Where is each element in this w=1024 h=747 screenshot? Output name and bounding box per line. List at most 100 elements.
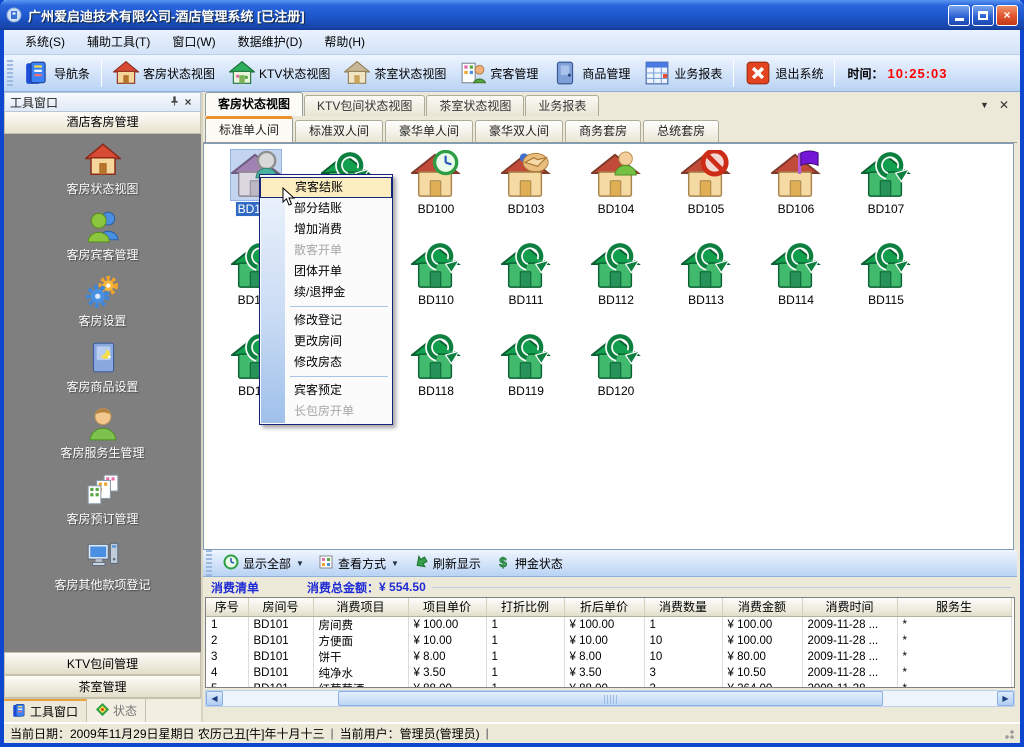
context-menu-item-3[interactable]: 散客开单 xyxy=(260,240,392,261)
toolbar-button-1[interactable]: 客房状态视图 xyxy=(106,57,222,89)
toolbar-button-0[interactable]: 导航条 xyxy=(17,57,97,89)
room-BD114[interactable]: BD114 xyxy=(751,241,841,317)
room-list-toolbar-button-3[interactable]: $押金状态 xyxy=(488,554,570,573)
room-BD105[interactable]: BD105 xyxy=(661,150,751,226)
table-column-header-4[interactable]: 打折比例 xyxy=(486,598,564,616)
context-menu-item-7[interactable]: 修改登记 xyxy=(260,310,392,331)
menu-item-0[interactable]: 系统(S) xyxy=(14,30,76,54)
room-list-toolbar-button-0[interactable]: 显示全部▼ xyxy=(216,554,311,573)
toolbar-button-5[interactable]: 商品管理 xyxy=(545,57,637,89)
room-type-tab-2[interactable]: 豪华单人间 xyxy=(385,120,473,142)
room-BD110[interactable]: BD110 xyxy=(391,241,481,317)
context-menu-item-5[interactable]: 续/退押金 xyxy=(260,282,392,303)
table-horizontal-scrollbar[interactable]: ◀ ▶ xyxy=(205,690,1015,707)
document-tab-3[interactable]: 业务报表 xyxy=(525,95,599,116)
room-type-tab-1[interactable]: 标准双人间 xyxy=(295,120,383,142)
room-BD113[interactable]: BD113 xyxy=(661,241,751,317)
room-type-tab-4[interactable]: 商务套房 xyxy=(565,120,641,142)
room-BD115[interactable]: BD115 xyxy=(841,241,931,317)
sidebar-panel-ktv[interactable]: KTV包间管理 xyxy=(4,652,201,675)
sidebar-item-0[interactable]: 客房状态视图 xyxy=(4,142,201,208)
toolbar-grip xyxy=(7,60,13,86)
room-label: BD100 xyxy=(416,202,457,216)
room-type-tab-0[interactable]: 标准单人间 xyxy=(205,116,293,142)
minimize-button[interactable] xyxy=(948,5,970,26)
menu-item-3[interactable]: 数据维护(D) xyxy=(227,30,314,54)
room-BD104[interactable]: BD104 xyxy=(571,150,661,226)
context-menu-item-11[interactable]: 宾客预定 xyxy=(260,380,392,401)
table-row-3[interactable]: 4BD101纯净水¥ 3.501¥ 3.503¥ 10.502009-11-28… xyxy=(206,665,1011,681)
context-menu-item-4[interactable]: 团体开单 xyxy=(260,261,392,282)
menu-item-1[interactable]: 辅助工具(T) xyxy=(76,30,161,54)
document-tab-1[interactable]: KTV包间状态视图 xyxy=(304,95,425,116)
table-cell: 1 xyxy=(486,633,564,649)
app-icon[interactable] xyxy=(6,7,23,24)
room-type-tab-3[interactable]: 豪华双人间 xyxy=(475,120,563,142)
tab-dropdown-icon[interactable]: ▼ xyxy=(980,100,989,110)
context-menu-item-8[interactable]: 更改房间 xyxy=(260,331,392,352)
room-BD119[interactable]: BD119 xyxy=(481,332,571,408)
tool-window-close-icon[interactable]: × xyxy=(181,95,195,109)
tab-close-icon[interactable]: ✕ xyxy=(999,98,1009,112)
context-menu-item-1[interactable]: 部分结账 xyxy=(260,198,392,219)
toolbar-button-7[interactable]: 退出系统 xyxy=(738,57,830,89)
table-row-4[interactable]: 5BD101红葡萄酒¥ 88.001¥ 88.003¥ 264.002009-1… xyxy=(206,681,1011,689)
table-column-header-7[interactable]: 消费金额 xyxy=(722,598,802,616)
room-BD120[interactable]: BD120 xyxy=(571,332,661,408)
room-BD112[interactable]: BD112 xyxy=(571,241,661,317)
room-icon-vacant xyxy=(411,332,461,382)
sidebar-item-3[interactable]: 客房商品设置 xyxy=(4,340,201,406)
sidebar-item-5[interactable]: 客房预订管理 xyxy=(4,472,201,538)
document-tab-0[interactable]: 客房状态视图 xyxy=(205,92,303,116)
room-list-toolbar-button-2[interactable]: 刷新显示 xyxy=(406,554,488,573)
menu-item-2[interactable]: 窗口(W) xyxy=(161,30,226,54)
table-column-header-5[interactable]: 折后单价 xyxy=(564,598,644,616)
sidebar-panel-tea[interactable]: 茶室管理 xyxy=(4,675,201,698)
toolbar-button-2[interactable]: KTV状态视图 xyxy=(222,57,337,89)
resize-grip[interactable] xyxy=(1002,727,1014,739)
room-icon-vacant xyxy=(411,241,461,291)
room-type-tab-5[interactable]: 总统套房 xyxy=(643,120,719,142)
room-BD118[interactable]: BD118 xyxy=(391,332,481,408)
consumption-list-title: 消费清单 xyxy=(211,579,259,596)
scroll-right-arrow-icon[interactable]: ▶ xyxy=(997,691,1014,706)
room-BD107[interactable]: BD107 xyxy=(841,150,931,226)
context-menu-item-12[interactable]: 长包房开单 xyxy=(260,401,392,422)
table-row-2[interactable]: 3BD101饼干¥ 8.001¥ 8.0010¥ 80.002009-11-28… xyxy=(206,649,1011,665)
sidebar-panel-hotel-rooms[interactable]: 酒店客房管理 xyxy=(4,112,201,134)
sidebar-item-1[interactable]: 客房宾客管理 xyxy=(4,208,201,274)
sidebar-bottom-tab-0[interactable]: 工具窗口 xyxy=(4,699,87,722)
maximize-button[interactable] xyxy=(972,5,994,26)
scroll-left-arrow-icon[interactable]: ◀ xyxy=(206,691,223,706)
menu-item-4[interactable]: 帮助(H) xyxy=(313,30,376,54)
room-BD103[interactable]: BD103 xyxy=(481,150,571,226)
room-list-toolbar-button-1[interactable]: 查看方式▼ xyxy=(311,554,406,573)
table-column-header-2[interactable]: 消费项目 xyxy=(313,598,408,616)
table-column-header-0[interactable]: 序号 xyxy=(206,598,248,616)
table-column-header-1[interactable]: 房间号 xyxy=(248,598,313,616)
table-column-header-3[interactable]: 项目单价 xyxy=(408,598,486,616)
toolbar-button-3[interactable]: 茶室状态视图 xyxy=(337,57,453,89)
table-row-1[interactable]: 2BD101方便面¥ 10.001¥ 10.0010¥ 100.002009-1… xyxy=(206,633,1011,649)
context-menu-item-2[interactable]: 增加消费 xyxy=(260,219,392,240)
toolbar-button-6[interactable]: 业务报表 xyxy=(637,57,729,89)
table-column-header-9[interactable]: 服务生 xyxy=(897,598,1011,616)
scrollbar-thumb[interactable] xyxy=(338,691,883,706)
sidebar-item-6[interactable]: 客房其他款项登记 xyxy=(4,538,201,604)
room-BD100[interactable]: BD100 xyxy=(391,150,481,226)
sidebar-item-4[interactable]: 客房服务生管理 xyxy=(4,406,201,472)
room-BD111[interactable]: BD111 xyxy=(481,241,571,317)
table-column-header-8[interactable]: 消费时间 xyxy=(802,598,897,616)
sidebar-item-2[interactable]: 客房设置 xyxy=(4,274,201,340)
toolbar-button-4[interactable]: 宾客管理 xyxy=(453,57,545,89)
close-button[interactable]: × xyxy=(996,5,1018,26)
document-tab-2[interactable]: 茶室状态视图 xyxy=(426,95,524,116)
table-row-0[interactable]: 1BD101房间费¥ 100.001¥ 100.001¥ 100.002009-… xyxy=(206,616,1011,633)
pin-icon[interactable] xyxy=(167,95,181,110)
room-BD106[interactable]: BD106 xyxy=(751,150,841,226)
sidebar-bottom-tab-1[interactable]: 状态 xyxy=(87,699,146,722)
context-menu-item-0[interactable]: 宾客结账 xyxy=(260,177,392,198)
table-column-header-6[interactable]: 消费数量 xyxy=(644,598,722,616)
context-menu-item-9[interactable]: 修改房态 xyxy=(260,352,392,373)
tool-window-sidebar: 工具窗口 × 酒店客房管理 客房状态视图客房宾客管理客房设置客房商品设置客房服务… xyxy=(4,92,203,722)
